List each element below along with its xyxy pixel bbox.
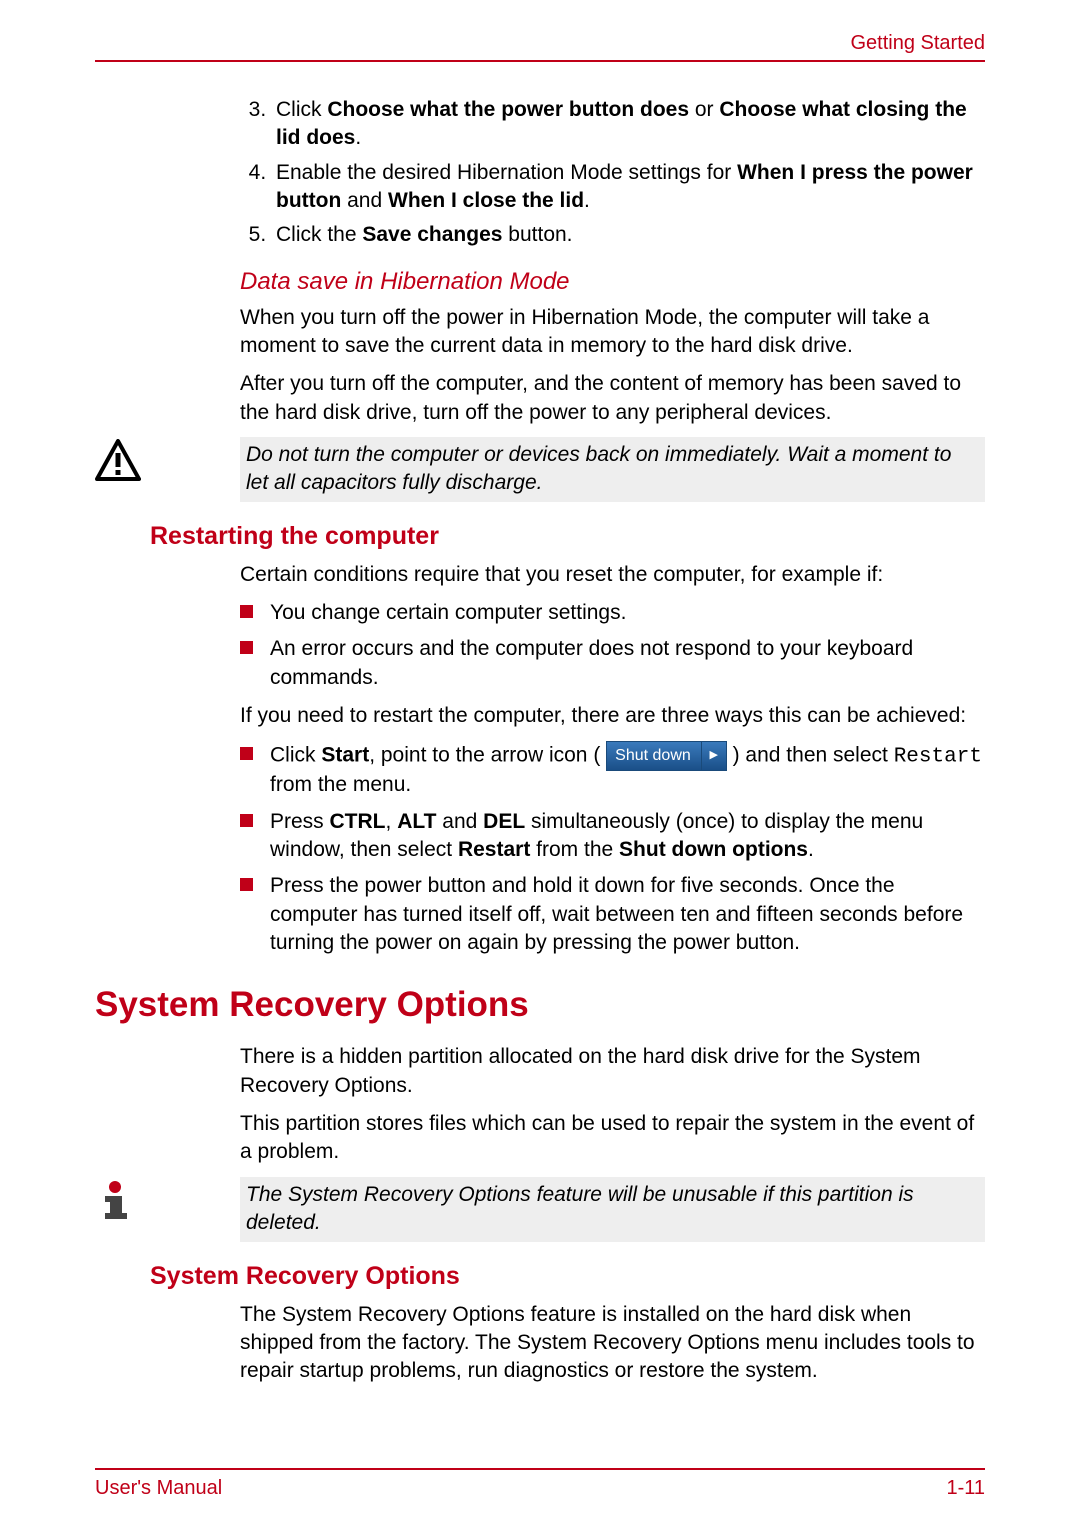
- shutdown-button-graphic: Shut down▶: [606, 741, 727, 771]
- warning-text: Do not turn the computer or devices back…: [240, 437, 985, 502]
- step-5: Click the Save changes button.: [272, 221, 985, 249]
- header-rule: [95, 60, 985, 62]
- page-content: Click Choose what the power button does …: [95, 96, 985, 1396]
- hibernation-p1: When you turn off the power in Hibernati…: [240, 304, 985, 361]
- shutdown-label: Shut down: [607, 742, 701, 770]
- restart-reasons-list: You change certain computer settings. An…: [240, 599, 985, 692]
- restarting-heading: Restarting the computer: [150, 522, 985, 551]
- header-section-label: Getting Started: [850, 32, 985, 55]
- sro-p2: This partition stores files which can be…: [240, 1110, 985, 1167]
- restart-mid: If you need to restart the computer, the…: [240, 702, 985, 730]
- sro-p3: The System Recovery Options feature is i…: [240, 1301, 985, 1386]
- list-item: Press CTRL, ALT and DEL simultaneously (…: [240, 808, 985, 865]
- sro-sub-block: The System Recovery Options feature is i…: [240, 1301, 985, 1386]
- footer-rule: [95, 1468, 985, 1470]
- restart-intro: Certain conditions require that you rese…: [240, 561, 985, 589]
- list-item: An error occurs and the computer does no…: [240, 635, 985, 692]
- hibernation-heading: Data save in Hibernation Mode: [240, 268, 985, 296]
- sro-block: There is a hidden partition allocated on…: [240, 1043, 985, 1166]
- restart-block: Certain conditions require that you rese…: [240, 561, 985, 958]
- chevron-right-icon: ▶: [701, 742, 726, 770]
- footer-page-number: 1-11: [946, 1477, 985, 1500]
- document-page: Getting Started Click Choose what the po…: [0, 0, 1080, 1530]
- restart-methods-list: Click Start, point to the arrow icon ( S…: [240, 741, 985, 958]
- sro-sub-heading: System Recovery Options: [150, 1262, 985, 1291]
- info-text: The System Recovery Options feature will…: [240, 1177, 985, 1242]
- list-item: You change certain computer settings.: [240, 599, 985, 627]
- hibernation-p2: After you turn off the computer, and the…: [240, 370, 985, 427]
- step-3: Click Choose what the power button does …: [272, 96, 985, 153]
- numbered-steps-block: Click Choose what the power button does …: [240, 96, 985, 427]
- warning-icon: [95, 437, 151, 481]
- info-icon: [95, 1177, 151, 1219]
- sro-p1: There is a hidden partition allocated on…: [240, 1043, 985, 1100]
- step-4: Enable the desired Hibernation Mode sett…: [272, 159, 985, 216]
- info-note: The System Recovery Options feature will…: [95, 1177, 985, 1242]
- numbered-list: Click Choose what the power button does …: [240, 96, 985, 250]
- warning-note: Do not turn the computer or devices back…: [95, 437, 985, 502]
- list-item: Click Start, point to the arrow icon ( S…: [240, 741, 985, 800]
- footer-manual-label: User's Manual: [95, 1477, 222, 1500]
- system-recovery-heading: System Recovery Options: [95, 985, 985, 1025]
- list-item: Press the power button and hold it down …: [240, 872, 985, 957]
